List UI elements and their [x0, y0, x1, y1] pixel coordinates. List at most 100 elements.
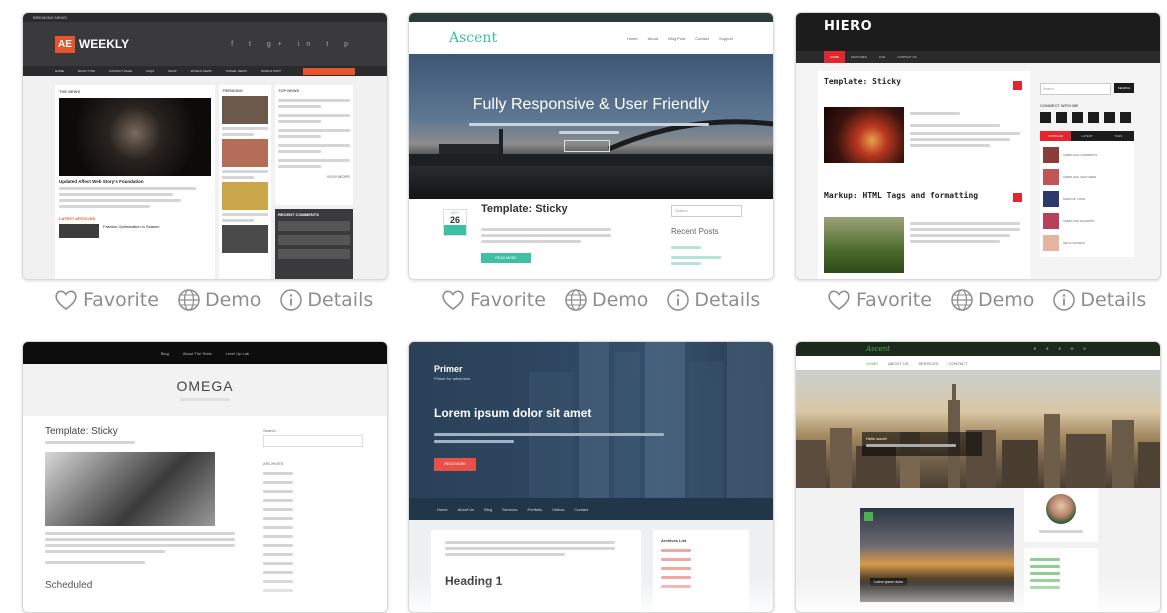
- hiero-list-item[interactable]: TEMPLATE: FEATURED: [1063, 175, 1096, 179]
- ascent2-content: Lorem ipsum dolor: [796, 488, 1160, 612]
- primer-nav-item[interactable]: Videos: [552, 507, 564, 512]
- ascent-nav-item[interactable]: Contact: [695, 36, 709, 41]
- primer-nav-item[interactable]: Services: [502, 507, 517, 512]
- hiero-post1-image[interactable]: [824, 107, 904, 163]
- ascent2-nav-item[interactable]: ABOUT US: [888, 361, 908, 366]
- pinterest-icon[interactable]: [1088, 112, 1099, 123]
- demo-button[interactable]: Demo: [177, 288, 261, 312]
- theme-card-ascent-city[interactable]: Ascent ● ● ● ● ● HOME ABOUT US SERVICES …: [795, 341, 1161, 613]
- theme-card-hiero[interactable]: HIERO HOME FEATURES LIVE CONTACT US Temp…: [795, 12, 1161, 280]
- hiero-post1-title[interactable]: Template: Sticky: [824, 77, 1024, 86]
- ascent-read-more[interactable]: READ MORE: [481, 253, 531, 263]
- ascent-nav-item[interactable]: Home: [627, 36, 638, 41]
- primer-nav-item[interactable]: Portfolio: [527, 507, 542, 512]
- theme-card-ascent[interactable]: Ascent Home About Blog Post Contact Supp…: [408, 12, 774, 280]
- hiero-list-item[interactable]: HELLO WORLD: [1063, 241, 1085, 245]
- weekly-nav-item[interactable]: SHOP: [168, 69, 177, 73]
- instagram-icon[interactable]: [1120, 112, 1131, 123]
- ascent2-featured-image[interactable]: Lorem ipsum dolor: [860, 508, 1014, 602]
- hiero-post2-title[interactable]: Markup: HTML Tags and formatting: [824, 191, 978, 200]
- hiero-nav-item[interactable]: FEATURES: [845, 51, 873, 63]
- ascent2-hero-caption[interactable]: Hello world!: [866, 436, 978, 441]
- weekly-trending-thumb[interactable]: [222, 139, 268, 167]
- ascent-hero: Fully Responsive & User Friendly: [409, 54, 773, 199]
- favorite-button[interactable]: Favorite: [53, 288, 159, 312]
- weekly-feature-image[interactable]: [59, 98, 211, 176]
- hiero-list-item[interactable]: TEMPLATE: EXCERPT: [1063, 219, 1094, 223]
- omega-post-title[interactable]: Template: Sticky: [45, 426, 245, 437]
- ascent-nav-item[interactable]: Support: [719, 36, 733, 41]
- ascent2-nav-item[interactable]: CONTACT: [949, 361, 968, 366]
- ascent2-header: Ascent ● ● ● ● ●: [796, 342, 1160, 356]
- hiero-nav-item[interactable]: CONTACT US: [891, 51, 922, 63]
- theme-card-omega[interactable]: Blog About The Tests Level Up Lab OMEGA …: [22, 341, 388, 613]
- demo-button[interactable]: Demo: [950, 288, 1034, 312]
- hiero-search-button[interactable]: SEARCH: [1114, 83, 1134, 93]
- details-button[interactable]: Details: [666, 288, 760, 312]
- twitter-icon[interactable]: [1056, 112, 1067, 123]
- weekly-body: THE NEWS Updated Affect Web Story's Foun…: [55, 85, 355, 279]
- weekly-feature-title[interactable]: Updated Affect Web Story's Foundation: [59, 179, 211, 184]
- theme-card-primer[interactable]: Primer Primer for adventure Lorem ipsum …: [408, 341, 774, 613]
- linkedin-icon[interactable]: [1104, 112, 1115, 123]
- hiero-tab[interactable]: LATEST: [1071, 131, 1103, 141]
- weekly-col1-heading: THE NEWS: [59, 89, 81, 94]
- hiero-nav-item-active[interactable]: HOME: [824, 51, 845, 63]
- omega-logo[interactable]: OMEGA: [23, 378, 387, 394]
- ascent-nav-item[interactable]: About: [648, 36, 658, 41]
- hiero-list-item[interactable]: MARKUP: HTML: [1063, 197, 1086, 201]
- hiero-search-input[interactable]: Search ...: [1040, 83, 1111, 95]
- omega-nav-item[interactable]: About The Tests: [183, 351, 212, 356]
- ascent-hero-button[interactable]: [564, 140, 610, 152]
- omega-nav-item[interactable]: Level Up Lab: [226, 351, 250, 356]
- weekly-latest-item[interactable]: Fashion Optimization in Season: [103, 224, 159, 238]
- weekly-search-box[interactable]: [303, 67, 355, 75]
- primer-nav-item[interactable]: Blog: [484, 507, 492, 512]
- ascent-post-title[interactable]: Template: Sticky: [481, 203, 568, 215]
- demo-button[interactable]: Demo: [564, 288, 648, 312]
- ascent2-nav-item[interactable]: SERVICES: [918, 361, 938, 366]
- hiero-tab[interactable]: TAGS: [1102, 131, 1134, 141]
- primer-hero-button[interactable]: READ MORE: [434, 458, 476, 471]
- weekly-view-more[interactable]: VIEW MORE: [278, 174, 350, 179]
- hiero-logo[interactable]: HIERO: [824, 19, 1132, 34]
- hiero-nav-item[interactable]: LIVE: [873, 51, 892, 63]
- weekly-nav-item[interactable]: WORLD NEWS: [191, 69, 212, 73]
- hiero-list-item[interactable]: TEMPLATE COMMENTS: [1063, 153, 1097, 157]
- weekly-nav-item[interactable]: WORLD POST: [261, 69, 281, 73]
- facebook-icon[interactable]: [1040, 112, 1051, 123]
- details-label: Details: [1080, 289, 1147, 311]
- omega-post-image[interactable]: [45, 452, 215, 526]
- weekly-nav-item[interactable]: FAQS: [146, 69, 154, 73]
- weekly-nav-item[interactable]: CONTACT PAGE: [109, 69, 132, 73]
- primer-nav-item[interactable]: Home: [437, 507, 448, 512]
- omega-nav-item[interactable]: Blog: [161, 351, 169, 356]
- weekly-nav-item[interactable]: HOME: [55, 69, 64, 73]
- ascent-sidebar-search[interactable]: Search: [671, 205, 742, 217]
- hiero-tab-active[interactable]: POPULAR: [1040, 131, 1072, 141]
- weekly-nav-item[interactable]: BLOG TYPE: [78, 69, 95, 73]
- weekly-latest-thumb[interactable]: [59, 224, 99, 238]
- google-plus-icon[interactable]: [1072, 112, 1083, 123]
- favorite-button[interactable]: Favorite: [440, 288, 546, 312]
- primer-tagline: Primer for adventure: [434, 376, 471, 381]
- weekly-trending-thumb[interactable]: [222, 182, 268, 210]
- primer-nav-item[interactable]: About Us: [458, 507, 474, 512]
- weekly-nav-item[interactable]: TRAVEL NEWS: [226, 69, 247, 73]
- favorite-button[interactable]: Favorite: [826, 288, 932, 312]
- ascent2-logo[interactable]: Ascent: [866, 345, 890, 353]
- hiero-post2-image[interactable]: [824, 217, 904, 273]
- weekly-trending-thumb[interactable]: [222, 96, 268, 124]
- weekly-trending-thumb[interactable]: [222, 225, 268, 253]
- ascent2-image-caption[interactable]: Lorem ipsum dolor: [870, 578, 907, 586]
- ascent-logo[interactable]: Ascent: [449, 30, 497, 46]
- ascent-nav-item[interactable]: Blog Post: [668, 36, 685, 41]
- primer-hero-title: Lorem ipsum dolor sit amet: [434, 406, 592, 420]
- details-button[interactable]: Details: [1052, 288, 1146, 312]
- ascent2-nav-item[interactable]: HOME: [866, 361, 878, 366]
- primer-nav-item[interactable]: Contact: [574, 507, 588, 512]
- primer-logo[interactable]: Primer: [434, 364, 463, 374]
- details-button[interactable]: Details: [279, 288, 373, 312]
- omega-search-input[interactable]: [263, 435, 363, 447]
- theme-card-weekly[interactable]: BREAKING NEWS AE WEEKLY f t g+ in t p HO…: [22, 12, 388, 280]
